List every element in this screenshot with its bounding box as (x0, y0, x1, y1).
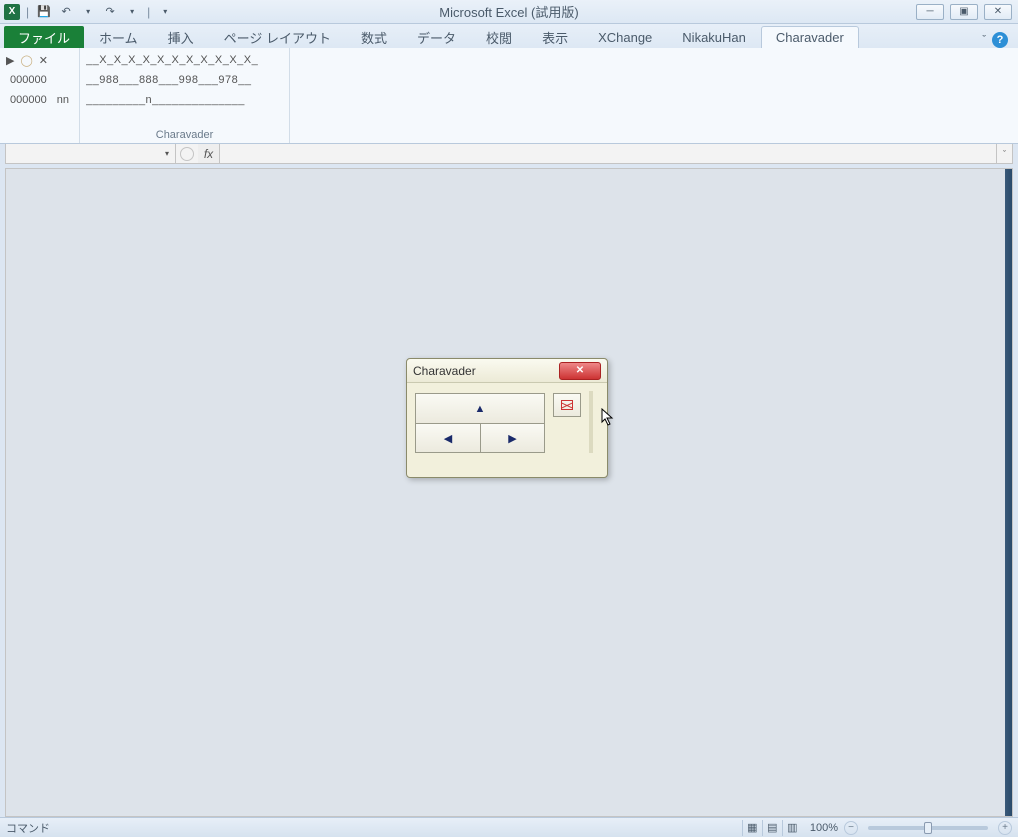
view-page-break[interactable]: ▥ (782, 820, 802, 836)
tab-data[interactable]: データ (402, 26, 471, 48)
record-icon[interactable]: ◯ (20, 54, 32, 67)
qat-separator-2: | (145, 5, 152, 19)
charavader-dialog: Charavader ✕ ▲ ◀ ▶ (406, 358, 608, 478)
status-mode: コマンド (6, 820, 50, 836)
save-button[interactable]: 💾 (35, 3, 53, 21)
tab-insert[interactable]: 挿入 (153, 26, 209, 48)
counter-2: 000000 (6, 94, 51, 106)
expand-formula-bar[interactable]: ˇ (996, 144, 1012, 163)
fire-button[interactable] (553, 393, 581, 417)
pattern-line-1: __X_X_X_X_X_X_X_X_X_X_X_ (86, 50, 283, 70)
up-button[interactable]: ▲ (415, 393, 545, 423)
pattern-line-2: __988___888___998___978__ (86, 70, 283, 90)
zoom-slider[interactable] (868, 826, 988, 830)
ribbon-group-charavader: __X_X_X_X_X_X_X_X_X_X_X_ __988___888___9… (80, 48, 290, 143)
name-box-dropdown-icon[interactable]: ▾ (165, 149, 169, 158)
status-bar: コマンド ▦ ▤ ▥ 100% − + (0, 817, 1018, 837)
formula-bar: ▾ fx ˇ (5, 144, 1013, 164)
close-button[interactable]: ✕ (984, 4, 1012, 20)
dialog-titlebar[interactable]: Charavader ✕ (407, 359, 607, 383)
right-button[interactable]: ▶ (480, 423, 545, 453)
title-bar: X | 💾 ↶ ▾ ↷ ▾ | ▾ Microsoft Excel (試用版) … (0, 0, 1018, 24)
minimize-button[interactable]: ─ (916, 4, 944, 20)
minimize-ribbon-icon[interactable]: ˇ (982, 34, 986, 46)
play-icon[interactable]: ▶ (6, 54, 14, 67)
insert-function-button[interactable]: fx (198, 144, 220, 163)
ribbon-content: ▶ ◯ ✕ 000000 000000 nn __X_X_X_X_X_X_X_X… (0, 48, 1018, 144)
undo-button[interactable]: ↶ (57, 3, 75, 21)
view-page-layout[interactable]: ▤ (762, 820, 782, 836)
help-icon[interactable]: ? (992, 32, 1008, 48)
window-controls: ─ ▣ ✕ (916, 4, 1018, 20)
dialog-resize-grip[interactable] (589, 391, 593, 453)
tab-view[interactable]: 表示 (527, 26, 583, 48)
tab-file[interactable]: ファイル (4, 26, 84, 48)
zoom-level[interactable]: 100% (810, 822, 838, 834)
direction-pad: ▲ ◀ ▶ (415, 393, 545, 453)
tab-formulas[interactable]: 数式 (346, 26, 402, 48)
redo-dropdown[interactable]: ▾ (123, 3, 141, 21)
pattern-line-3: _________n______________ (86, 90, 283, 110)
view-switcher: ▦ ▤ ▥ (742, 820, 802, 836)
redo-button[interactable]: ↷ (101, 3, 119, 21)
dialog-close-button[interactable]: ✕ (559, 362, 601, 380)
zoom-slider-thumb[interactable] (924, 822, 932, 834)
cancel-formula-icon[interactable] (180, 147, 194, 161)
ribbon-group-1: ▶ ◯ ✕ 000000 000000 nn (0, 48, 80, 143)
zoom-out-button[interactable]: − (844, 821, 858, 835)
zoom-in-button[interactable]: + (998, 821, 1012, 835)
ribbon-tabs: ファイル ホーム 挿入 ページ レイアウト 数式 データ 校閲 表示 XChan… (0, 24, 1018, 48)
ribbon-group-1-title (0, 139, 79, 143)
worksheet-area[interactable] (5, 168, 1013, 817)
dialog-title: Charavader (413, 364, 476, 378)
name-box[interactable]: ▾ (6, 144, 176, 163)
counter-1: 000000 (6, 74, 51, 86)
tab-review[interactable]: 校閲 (471, 26, 527, 48)
maximize-button[interactable]: ▣ (950, 4, 978, 20)
ribbon-group-2-title: Charavader (80, 127, 289, 143)
counter-label: nn (57, 94, 69, 106)
window-title: Microsoft Excel (試用版) (439, 2, 578, 21)
tab-xchange[interactable]: XChange (583, 26, 667, 48)
tab-page-layout[interactable]: ページ レイアウト (209, 26, 346, 48)
tab-charavader[interactable]: Charavader (761, 26, 859, 48)
qat-separator: | (24, 5, 31, 19)
qat-customize[interactable]: ▾ (156, 3, 174, 21)
tab-home[interactable]: ホーム (84, 26, 153, 48)
fire-icon (561, 400, 573, 410)
stop-icon[interactable]: ✕ (39, 54, 48, 67)
vertical-scrollbar[interactable] (1005, 169, 1012, 816)
undo-dropdown[interactable]: ▾ (79, 3, 97, 21)
zoom-controls: 100% − + (810, 821, 1012, 835)
tab-nikakuhan[interactable]: NikakuHan (667, 26, 761, 48)
excel-icon: X (4, 4, 20, 20)
left-button[interactable]: ◀ (415, 423, 480, 453)
quick-access-toolbar: X | 💾 ↶ ▾ ↷ ▾ | ▾ (0, 3, 174, 21)
view-normal[interactable]: ▦ (742, 820, 762, 836)
